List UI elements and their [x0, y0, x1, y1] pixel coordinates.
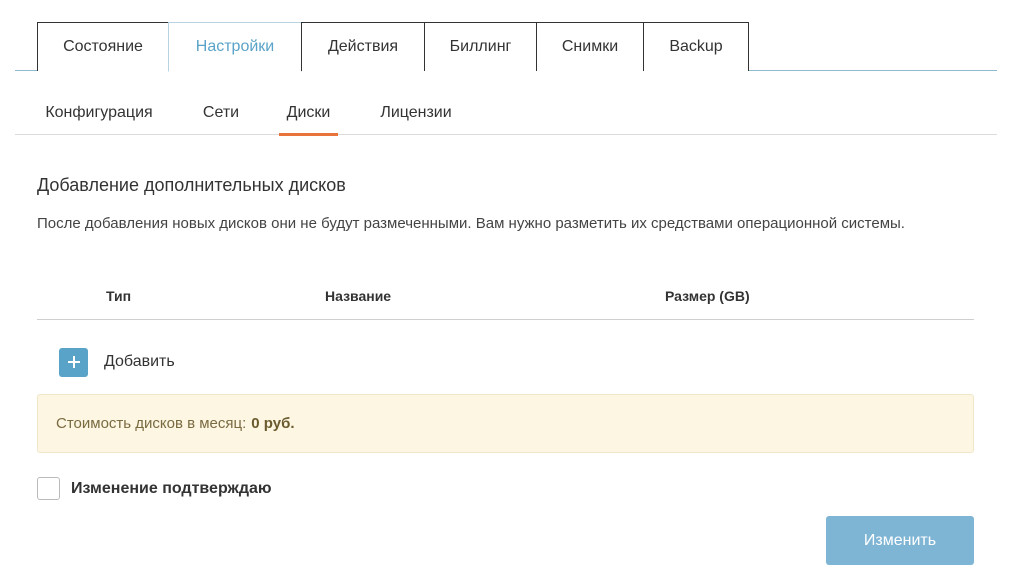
- tab-billing[interactable]: Биллинг: [424, 22, 537, 71]
- tab-snapshots[interactable]: Снимки: [536, 22, 644, 71]
- tab-backup[interactable]: Backup: [643, 22, 749, 71]
- add-disk-label[interactable]: Добавить: [104, 353, 175, 371]
- tab-status[interactable]: Состояние: [37, 22, 169, 71]
- confirm-label[interactable]: Изменение подтверждаю: [71, 480, 272, 498]
- confirm-checkbox[interactable]: [37, 477, 60, 500]
- section-description: После добавления новых дисков они не буд…: [37, 215, 905, 232]
- monthly-cost-box: Стоимость дисков в месяц: 0 руб.: [37, 394, 974, 453]
- column-name: Название: [325, 288, 392, 304]
- disks-table-header: Тип Название Размер (GB): [37, 280, 974, 320]
- top-tabs: Состояние Настройки Действия Биллинг Сни…: [15, 22, 997, 72]
- subtab-licenses[interactable]: Лицензии: [374, 90, 458, 135]
- confirm-change-row[interactable]: Изменение подтверждаю: [37, 477, 272, 500]
- subtab-configuration[interactable]: Конфигурация: [37, 90, 161, 135]
- subtab-disks[interactable]: Диски: [279, 90, 338, 136]
- sub-tabs: Конфигурация Сети Диски Лицензии: [15, 90, 997, 136]
- column-size: Размер (GB): [665, 288, 750, 304]
- section-title: Добавление дополнительных дисков: [37, 175, 346, 195]
- cost-label: Стоимость дисков в месяц:: [56, 415, 247, 432]
- column-type: Тип: [106, 288, 132, 304]
- tab-settings[interactable]: Настройки: [168, 22, 302, 72]
- subtab-networks[interactable]: Сети: [199, 90, 243, 135]
- submit-button[interactable]: Изменить: [826, 516, 974, 565]
- cost-value: 0 руб.: [251, 415, 295, 432]
- tab-actions[interactable]: Действия: [301, 22, 425, 71]
- add-disk-button[interactable]: Добавить: [59, 347, 175, 377]
- plus-icon[interactable]: [59, 347, 88, 377]
- disk-settings-page: Состояние Настройки Действия Биллинг Сни…: [0, 0, 1024, 579]
